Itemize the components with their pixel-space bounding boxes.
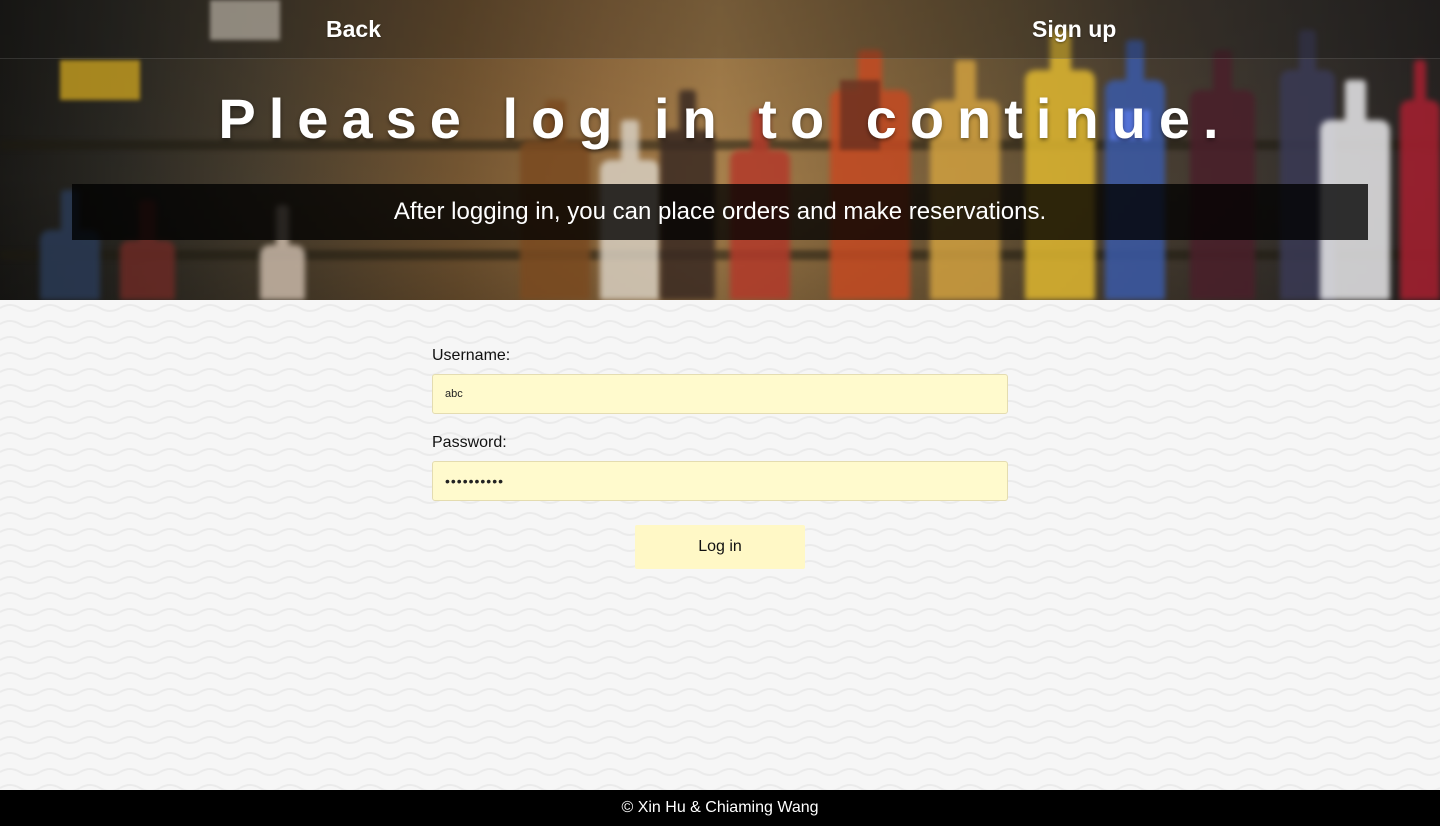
hero-banner: Back Sign up Please log in to continue. … <box>0 0 1440 300</box>
top-navigation-bar: Back Sign up <box>0 0 1440 59</box>
background-bottle <box>260 205 305 300</box>
sign-up-link[interactable]: Sign up <box>1032 16 1116 43</box>
background-bottle <box>120 200 175 300</box>
log-in-button[interactable]: Log in <box>635 525 805 569</box>
password-input[interactable] <box>432 461 1008 501</box>
footer: © Xin Hu & Chiaming Wang <box>0 790 1440 826</box>
background-bottle <box>40 190 100 300</box>
username-input[interactable] <box>432 374 1008 414</box>
page-title: Please log in to continue. <box>218 87 1232 150</box>
username-label: Username: <box>432 347 511 364</box>
login-form: Username: Password: Log in <box>432 347 1008 569</box>
subtitle-band: After logging in, you can place orders a… <box>72 184 1368 240</box>
page-subtitle: After logging in, you can place orders a… <box>393 198 1047 225</box>
password-label: Password: <box>432 434 507 451</box>
main-content: Username: Password: Log in <box>0 300 1440 790</box>
back-link[interactable]: Back <box>326 16 381 43</box>
copyright-text: © Xin Hu & Chiaming Wang <box>621 799 819 816</box>
